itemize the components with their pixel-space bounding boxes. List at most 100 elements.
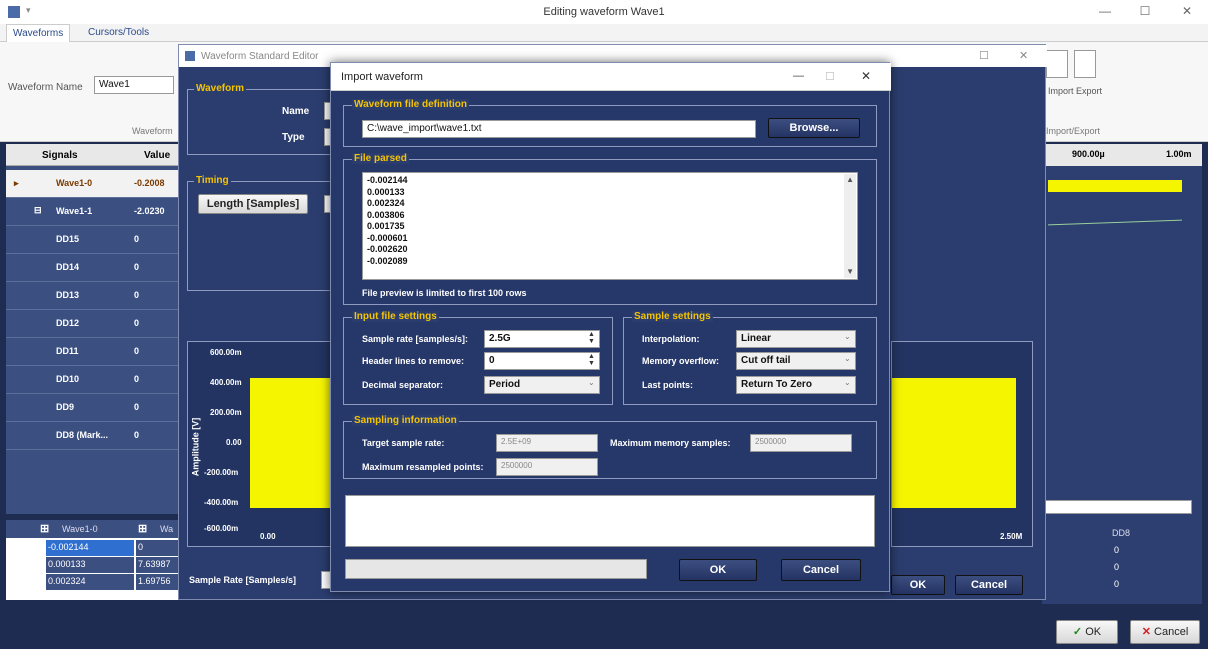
table-row[interactable]: 0.002324 1.69756 [6, 574, 181, 590]
table-row[interactable]: DD15 0 [6, 226, 181, 254]
table-row[interactable]: -0.002144 0 [6, 540, 181, 556]
table-cell: 0 [1114, 579, 1120, 589]
export-label[interactable]: Export [1076, 86, 1102, 96]
waveform-plot[interactable]: Amplitude [V] 600.00m 400.00m 200.00m 0.… [187, 341, 336, 547]
interpolation-select[interactable]: Linear [736, 330, 856, 348]
table-cell[interactable]: 7.63987 [136, 557, 181, 573]
signal-value: -0.2008 [134, 178, 165, 188]
waveform-plot-right[interactable]: 2.50M [891, 341, 1033, 547]
table-row[interactable]: DD9 0 [6, 394, 181, 422]
ok-button[interactable]: OK [679, 559, 757, 581]
table-cell[interactable]: 1.69756 [136, 574, 181, 590]
main-ok-button[interactable]: ✓ OK [1056, 620, 1118, 644]
sample-rate-spinner[interactable]: 2.5G [484, 330, 600, 348]
table-row[interactable]: DD13 0 [6, 282, 181, 310]
file-definition-label: Waveform file definition [352, 99, 469, 110]
import-icon[interactable] [1046, 50, 1068, 78]
col-signals[interactable]: Signals [42, 150, 78, 161]
values-table: ⊞ Wave1-0 ⊞ Wa -0.002144 0 0.000133 7.63… [6, 520, 181, 600]
message-area[interactable] [345, 495, 875, 547]
window-title: Editing waveform Wave1 [543, 6, 665, 18]
editor-ok-button[interactable]: OK [891, 575, 945, 595]
browse-button[interactable]: Browse... [768, 118, 860, 138]
header-lines-spinner[interactable]: 0 [484, 352, 600, 370]
last-points-select[interactable]: Return To Zero [736, 376, 856, 394]
timeline-panel: 900.00µ 1.00m DD8 0 0 0 [1042, 144, 1202, 604]
table-row[interactable]: DD10 0 [6, 366, 181, 394]
type-label: Type [282, 132, 305, 143]
cancel-button[interactable]: Cancel [781, 559, 861, 581]
table-row[interactable]: ⊟ Wave1-1 -2.0230 [6, 198, 181, 226]
scroll-down-icon[interactable]: ▼ [846, 266, 854, 278]
table-row[interactable]: DD14 0 [6, 254, 181, 282]
table-cell[interactable]: 0 [136, 540, 181, 556]
minimize-button[interactable]: — [1090, 4, 1120, 20]
file-parsed-label: File parsed [352, 153, 409, 164]
x-tick: 2.50M [1000, 532, 1023, 541]
column-header: Wave1-0 [62, 524, 98, 534]
length-samples-button[interactable]: Length [Samples] [198, 194, 308, 214]
values-table-header: ⊞ Wave1-0 ⊞ Wa [6, 520, 181, 538]
input-settings-group: Input file settings Sample rate [samples… [343, 311, 613, 405]
close-button[interactable]: ✕ [1172, 4, 1202, 20]
signal-value: 0 [134, 318, 140, 328]
table-row[interactable]: 0.000133 7.63987 [6, 557, 181, 573]
scroll-up-icon[interactable]: ▲ [846, 174, 854, 186]
chevron-down-icon[interactable]: ⌄ [588, 378, 595, 387]
signal-name: DD13 [56, 290, 80, 300]
table-cell[interactable]: 0.000133 [46, 557, 134, 573]
waveform-trace [892, 378, 1016, 508]
table-row[interactable]: DD8 (Mark... 0 [6, 422, 181, 450]
row-expand-icon[interactable]: ▸ [14, 178, 19, 189]
signal-name: DD12 [56, 318, 80, 328]
chevron-down-icon[interactable]: ⌄ [844, 332, 851, 341]
ribbon-group-waveform: Waveform [132, 126, 173, 136]
row-expand-icon[interactable]: ⊟ [34, 205, 42, 216]
maximize-button[interactable]: ☐ [1130, 4, 1160, 20]
table-cell[interactable]: -0.002144 [46, 540, 134, 556]
y-axis-label: Amplitude [V] [190, 417, 201, 477]
decimal-select[interactable]: Period [484, 376, 600, 394]
y-tick: 0.00 [226, 438, 242, 447]
editor-cancel-button[interactable]: Cancel [955, 575, 1023, 595]
chevron-down-icon[interactable]: ⌄ [844, 354, 851, 363]
main-cancel-button[interactable]: ✕ Cancel [1130, 620, 1200, 644]
scrollbar[interactable] [844, 174, 856, 278]
overflow-select[interactable]: Cut off tail [736, 352, 856, 370]
expand-icon[interactable]: ⊞ [138, 522, 147, 535]
timeline-scroll[interactable] [1042, 500, 1192, 514]
spinner-arrows-icon[interactable]: ▲ ▼ [588, 331, 595, 345]
waveform-name-input[interactable]: Wave1 [94, 76, 174, 94]
input-settings-label: Input file settings [352, 311, 439, 322]
max-resampled-label: Maximum resampled points: [362, 462, 484, 472]
tab-waveforms[interactable]: Waveforms [6, 24, 71, 42]
file-path-input[interactable]: C:\wave_import\wave1.txt [362, 120, 756, 138]
dialog-maximize-button[interactable]: ☐ [825, 70, 835, 83]
timing-group: Timing Length [Samples] [187, 175, 336, 291]
table-row[interactable]: DD12 0 [6, 310, 181, 338]
decimal-label: Decimal separator: [362, 380, 444, 390]
table-row[interactable]: DD11 0 [6, 338, 181, 366]
signal-value: 0 [134, 290, 140, 300]
tab-cursors-tools[interactable]: Cursors/Tools [82, 24, 155, 42]
dialog-close-button[interactable]: ✕ [861, 69, 871, 83]
export-icon[interactable] [1074, 50, 1096, 78]
sample-rate-label: Sample Rate [Samples/s] [189, 575, 297, 585]
editor-maximize-button[interactable]: ☐ [979, 49, 989, 62]
dialog-minimize-button[interactable]: — [793, 70, 804, 82]
import-label[interactable]: Import [1048, 86, 1074, 96]
editor-close-button[interactable]: ✕ [1019, 49, 1028, 62]
col-value[interactable]: Value [144, 150, 170, 161]
table-row[interactable]: ▸ Wave1-0 -0.2008 [6, 170, 181, 198]
file-preview-list[interactable]: -0.002144 0.000133 0.002324 0.003806 0.0… [362, 172, 858, 280]
waveform-trace [250, 378, 336, 508]
interpolation-label: Interpolation: [642, 334, 700, 344]
grid-header: Signals Value [6, 144, 181, 166]
ribbon-group-import-export: Import/Export [1046, 126, 1101, 136]
list-item: -0.002089 [367, 255, 408, 266]
expand-icon[interactable]: ⊞ [40, 522, 49, 535]
main-ok-label: OK [1085, 626, 1102, 638]
chevron-down-icon[interactable]: ⌄ [844, 378, 851, 387]
spinner-arrows-icon[interactable]: ▲ ▼ [588, 353, 595, 367]
table-cell[interactable]: 0.002324 [46, 574, 134, 590]
